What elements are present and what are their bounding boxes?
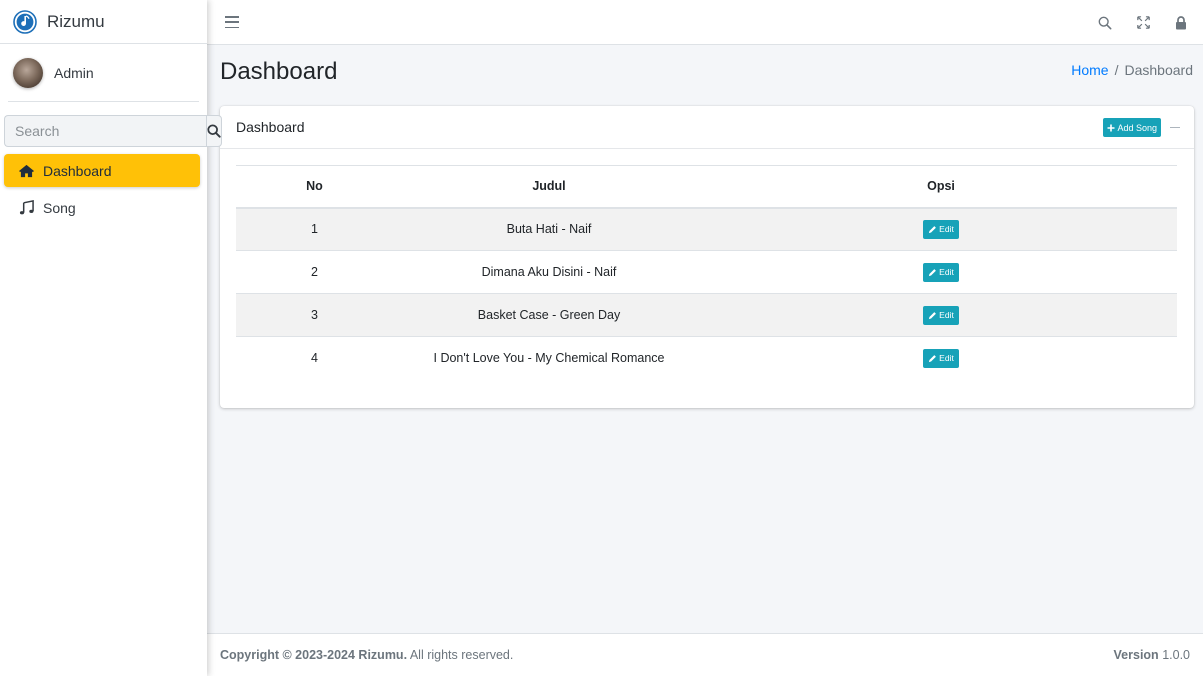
avatar	[13, 57, 43, 88]
add-song-button[interactable]: Add Song	[1103, 118, 1161, 137]
plus-icon	[1107, 124, 1115, 131]
row-no: 2	[236, 250, 393, 294]
breadcrumb: Home / Dashboard	[1071, 62, 1193, 78]
version-value: 1.0.0	[1162, 648, 1190, 662]
footer: Copyright © 2023-2024 Rizumu. All rights…	[207, 633, 1203, 676]
music-icon	[17, 200, 35, 216]
row-judul: Dimana Aku Disini - Naif	[393, 250, 705, 294]
table-row: 2 Dimana Aku Disini - Naif Edit	[236, 250, 1177, 294]
user-panel[interactable]: Admin	[8, 44, 199, 102]
sidebar: Rizumu Admin Dashboard	[0, 0, 222, 676]
table-row: 3 Basket Case - Green Day Edit	[236, 293, 1177, 337]
row-no: 4	[236, 336, 393, 380]
sidebar-search	[4, 115, 222, 147]
row-judul: Basket Case - Green Day	[393, 293, 705, 337]
column-header-opsi: Opsi	[705, 165, 1177, 209]
card-header: Dashboard Add Song	[220, 106, 1194, 149]
table-row: 1 Buta Hati - Naif Edit	[236, 207, 1177, 251]
topbar	[207, 0, 1203, 45]
copyright-text: Copyright © 2023-2024 Rizumu.	[220, 648, 408, 662]
column-header-judul: Judul	[393, 165, 705, 209]
card-title: Dashboard	[236, 119, 305, 135]
sidebar-item-label: Song	[43, 199, 76, 216]
footer-version: Version 1.0.0	[1114, 648, 1190, 662]
add-song-label: Add Song	[1117, 122, 1157, 133]
menu-toggle-icon[interactable]	[225, 16, 239, 28]
copyright-rest: All rights reserved.	[409, 648, 514, 662]
topbar-icons	[1097, 0, 1189, 45]
page-title: Dashboard	[220, 58, 338, 85]
row-no: 1	[236, 207, 393, 251]
home-icon	[17, 163, 35, 179]
user-name: Admin	[54, 64, 94, 81]
footer-copyright: Copyright © 2023-2024 Rizumu. All rights…	[220, 648, 513, 662]
edit-label: Edit	[939, 224, 954, 235]
songs-table: No Judul Opsi 1 Buta Hati - Naif Edit 2 …	[236, 165, 1177, 380]
edit-label: Edit	[939, 267, 954, 277]
column-header-no: No	[236, 165, 393, 209]
search-button[interactable]	[206, 115, 222, 147]
search-icon	[207, 124, 221, 138]
brand-name: Rizumu	[47, 11, 105, 31]
sidebar-item-dashboard[interactable]: Dashboard	[4, 154, 200, 187]
version-label: Version	[1113, 648, 1159, 662]
row-opsi: Edit	[705, 336, 1177, 380]
breadcrumb-current: Dashboard	[1124, 62, 1194, 78]
rizumu-logo-icon	[13, 9, 37, 34]
sidebar-item-label: Dashboard	[43, 162, 112, 179]
edit-button[interactable]: Edit	[923, 262, 959, 282]
table-row: 4 I Don't Love You - My Chemical Romance…	[236, 336, 1177, 380]
row-no: 3	[236, 293, 393, 337]
dashboard-card: Dashboard Add Song No Judul Opsi 1 Buta …	[220, 106, 1194, 408]
breadcrumb-separator: /	[1114, 62, 1119, 78]
edit-button[interactable]: Edit	[923, 219, 959, 239]
search-icon[interactable]	[1097, 15, 1113, 31]
edit-label: Edit	[939, 310, 954, 320]
edit-button[interactable]: Edit	[923, 305, 959, 325]
lock-icon[interactable]	[1173, 15, 1189, 31]
sidebar-nav: Dashboard Song	[4, 154, 200, 228]
card-tools: Add Song	[1103, 118, 1180, 137]
pencil-icon	[929, 311, 937, 319]
fullscreen-icon[interactable]	[1135, 15, 1151, 31]
breadcrumb-home-link[interactable]: Home	[1071, 62, 1108, 78]
row-opsi: Edit	[705, 207, 1177, 251]
row-opsi: Edit	[705, 250, 1177, 294]
row-judul: I Don't Love You - My Chemical Romance	[393, 336, 705, 380]
collapse-icon[interactable]	[1170, 126, 1180, 129]
row-opsi: Edit	[705, 293, 1177, 337]
table-header-row: No Judul Opsi	[236, 165, 1177, 209]
row-judul: Buta Hati - Naif	[393, 207, 705, 251]
pencil-icon	[929, 268, 937, 276]
pencil-icon	[929, 225, 937, 233]
sidebar-item-song[interactable]: Song	[4, 191, 200, 224]
edit-button[interactable]: Edit	[923, 348, 959, 368]
edit-label: Edit	[939, 353, 954, 364]
brand-link[interactable]: Rizumu	[0, 0, 207, 44]
search-input[interactable]	[4, 115, 206, 147]
pencil-icon	[929, 354, 937, 362]
